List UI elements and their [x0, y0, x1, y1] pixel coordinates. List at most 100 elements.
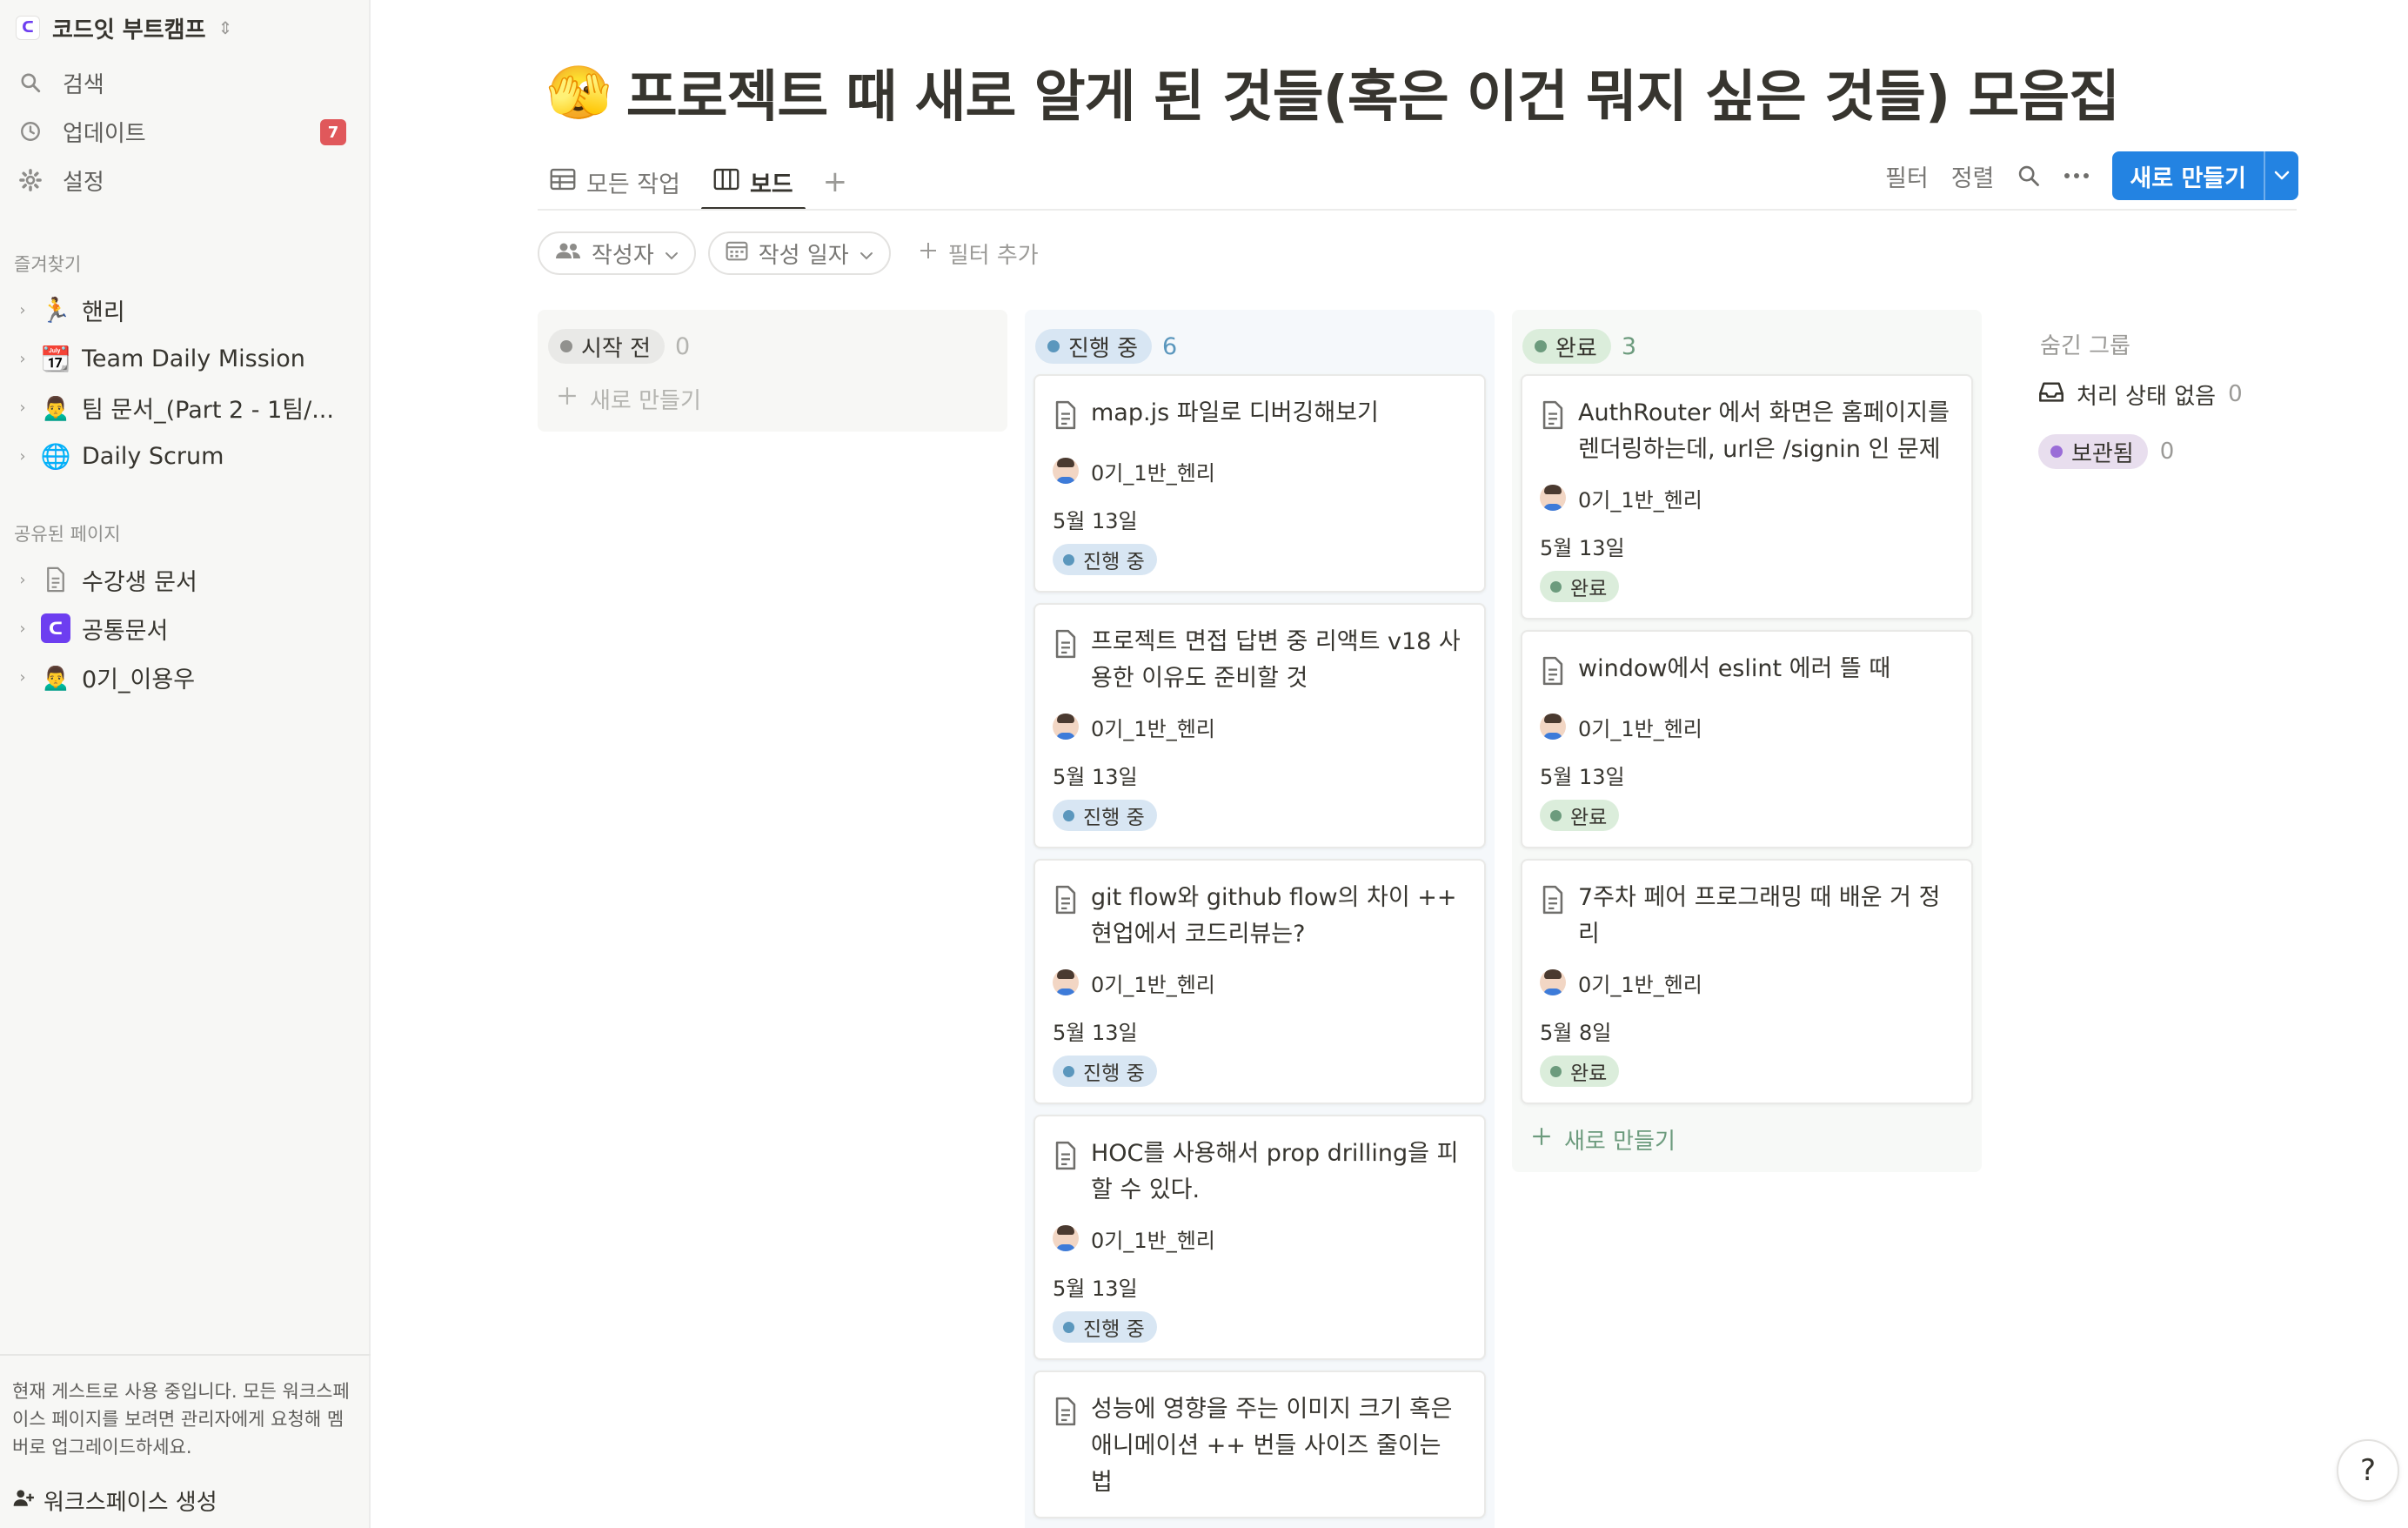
table-icon: [550, 168, 576, 197]
codeit-logo-mark: ᑕ: [41, 613, 70, 643]
clock-icon: [16, 117, 45, 146]
filter-chip-date[interactable]: 작성 일자: [707, 231, 891, 275]
column-count: 3: [1621, 332, 1637, 360]
page-title[interactable]: 🫣 프로젝트 때 새로 알게 된 것들(혹은 이건 뭐지 싶은 것들) 모음집: [546, 52, 2120, 132]
card-author: 0기_1반_헨리: [1053, 1221, 1467, 1256]
card-title-text: window에서 eslint 에러 뜰 때: [1578, 655, 1891, 682]
chevron-right-icon[interactable]: ›: [12, 350, 33, 368]
sidebar-item-shared[interactable]: › 수강생 문서: [12, 558, 360, 601]
card-title[interactable]: git flow와 github flow의 차이 ++ 현업에서 코드리뷰는?: [1053, 880, 1467, 953]
chevron-down-icon[interactable]: [2264, 151, 2298, 200]
card-author: 0기_1반_헨리: [1540, 480, 1954, 515]
column-header[interactable]: 진행 중 6: [1033, 318, 1486, 374]
filter-chip-label: 작성자: [592, 242, 654, 269]
new-page-button[interactable]: 새로 만들기: [2112, 151, 2298, 200]
guest-notice: 현재 게스트로 사용 중입니다. 모든 워크스페이스 페이지를 보려면 관리자에…: [12, 1381, 350, 1458]
status-pill[interactable]: 시작 전: [548, 329, 666, 364]
chevron-right-icon[interactable]: ›: [12, 668, 33, 687]
plus-icon: [919, 240, 938, 266]
help-button[interactable]: ?: [2337, 1439, 2399, 1502]
board-card[interactable]: HOC를 사용해서 prop drilling을 피할 수 있다. 0기_1반_헨…: [1033, 1115, 1486, 1360]
search-icon[interactable]: [2017, 164, 2041, 188]
card-title[interactable]: map.js 파일로 디버깅해보기: [1053, 395, 1467, 441]
filter-chip-author[interactable]: 작성자: [538, 231, 696, 275]
sidebar-settings[interactable]: 설정: [16, 158, 355, 202]
card-status-tag: 완료: [1540, 1056, 1620, 1087]
inbox-icon: [2038, 380, 2064, 409]
add-card-label: 새로 만들기: [1564, 1128, 1676, 1155]
status-pill[interactable]: 진행 중: [1035, 329, 1153, 364]
chevron-right-icon[interactable]: ›: [12, 399, 33, 417]
workspace-switcher[interactable]: ᑕ 코드잇 부트캠프 ⇕: [16, 10, 232, 45]
card-status-label: 진행 중: [1083, 807, 1145, 829]
card-status-label: 진행 중: [1083, 1062, 1145, 1085]
card-title[interactable]: 7주차 페어 프로그래밍 때 배운 거 정리: [1540, 880, 1954, 953]
sidebar-item-favorite[interactable]: › 🌐 Daily Scrum: [12, 434, 360, 478]
page-icon: [1053, 1391, 1079, 1501]
board-card[interactable]: window에서 eslint 에러 뜰 때 0기_1반_헨리 5월 13일 완료: [1521, 630, 1973, 848]
sidebar-item-favorite[interactable]: › 📆 Team Daily Mission: [12, 337, 360, 380]
avatar: [1053, 458, 1079, 484]
codeit-logo-icon: ᑕ: [38, 611, 73, 646]
sidebar-item-favorite[interactable]: › 🙍‍♂️ 팀 문서_(Part 2 - 1팀/...: [12, 385, 360, 429]
sidebar-search-label: 검색: [63, 71, 104, 98]
sidebar-item-shared[interactable]: › 🙍‍♂️ 0기_이용우: [12, 655, 360, 699]
column-header[interactable]: 완료 3: [1521, 318, 1973, 374]
card-title[interactable]: AuthRouter 에서 화면은 홈페이지를 렌더링하는데, url은 /si…: [1540, 395, 1954, 468]
plus-icon: [557, 385, 578, 412]
board-card[interactable]: git flow와 github flow의 차이 ++ 현업에서 코드리뷰는?…: [1033, 859, 1486, 1104]
avatar: [1053, 969, 1079, 995]
add-card-button[interactable]: 새로 만들기: [546, 374, 999, 423]
column-status-label: 진행 중: [1068, 335, 1139, 362]
hidden-group-archived[interactable]: 보관됨 0: [2030, 423, 2291, 480]
tab-board[interactable]: 보드: [700, 153, 806, 211]
card-status-tag: 진행 중: [1053, 1311, 1157, 1343]
column-header[interactable]: 시작 전 0: [546, 318, 999, 374]
add-card-button[interactable]: 새로 만들기: [1521, 1115, 1973, 1163]
board-card[interactable]: 성능에 영향을 주는 이미지 크기 혹은 애니메이션 ++ 번들 사이즈 줄이는…: [1033, 1371, 1486, 1518]
sort-button[interactable]: 정렬: [1951, 159, 1995, 193]
status-pill[interactable]: 완료: [1522, 329, 1611, 364]
hidden-group-no-status[interactable]: 처리 상태 없음 0: [2030, 365, 2291, 423]
chevron-right-icon[interactable]: ›: [12, 447, 33, 466]
board-card[interactable]: AuthRouter 에서 화면은 홈페이지를 렌더링하는데, url은 /si…: [1521, 374, 1973, 620]
card-author-name: 0기_1반_헨리: [1578, 716, 1702, 741]
card-date: 5월 13일: [1540, 765, 1625, 789]
board-card[interactable]: map.js 파일로 디버깅해보기 0기_1반_헨리 5월 13일 진행 중: [1033, 374, 1486, 593]
sidebar-search[interactable]: 검색: [16, 61, 355, 104]
tab-all-tasks[interactable]: 모든 작업: [538, 153, 692, 211]
card-title[interactable]: HOC를 사용해서 prop drilling을 피할 수 있다.: [1053, 1136, 1467, 1209]
card-title[interactable]: 성능에 영향을 주는 이미지 크기 혹은 애니메이션 ++ 번들 사이즈 줄이는…: [1053, 1391, 1467, 1501]
add-filter-button[interactable]: 필터 추가: [903, 231, 1054, 275]
card-date: 5월 13일: [1053, 1277, 1138, 1301]
board-card[interactable]: 프로젝트 면접 답변 중 리액트 v18 사용한 이유도 준비할 것 0기_1반_…: [1033, 603, 1486, 848]
card-title[interactable]: window에서 eslint 에러 뜰 때: [1540, 651, 1954, 697]
person-add-icon: [12, 1486, 35, 1515]
column-status-label: 시작 전: [581, 335, 652, 362]
board-card[interactable]: 7주차 페어 프로그래밍 때 배운 거 정리 0기_1반_헨리 5월 8일 완료: [1521, 859, 1973, 1104]
updates-badge: 7: [320, 119, 346, 145]
more-options-icon[interactable]: [2064, 171, 2090, 180]
chevron-right-icon[interactable]: ›: [12, 301, 33, 319]
sidebar-updates[interactable]: 업데이트 7: [16, 110, 355, 153]
column-count: 0: [675, 332, 691, 360]
status-dot: [1550, 809, 1562, 821]
filter-button[interactable]: 필터: [1885, 159, 1929, 193]
new-page-label[interactable]: 새로 만들기: [2112, 151, 2264, 200]
create-workspace-button[interactable]: 워크스페이스 생성: [12, 1484, 217, 1517]
chevron-right-icon[interactable]: ›: [12, 620, 33, 638]
workspace-name: 코드잇 부트캠프: [52, 17, 206, 44]
sidebar-item-shared[interactable]: › ᑕ 공통문서: [12, 607, 360, 650]
page-icon: [38, 562, 73, 597]
sidebar-item-favorite[interactable]: › 🏃 핸리: [12, 288, 360, 332]
add-view-button[interactable]: +: [814, 164, 857, 199]
board-column: 시작 전 0 새로 만들기: [538, 310, 1007, 432]
avatar: [1540, 969, 1566, 995]
card-author-name: 0기_1반_헨리: [1091, 1228, 1215, 1253]
peeking-face-emoji-icon[interactable]: 🫣: [546, 62, 612, 124]
chevron-right-icon[interactable]: ›: [12, 571, 33, 589]
page-title-text[interactable]: 프로젝트 때 새로 알게 된 것들(혹은 이건 뭐지 싶은 것들) 모음집: [626, 52, 2120, 132]
board-column: 완료 3 AuthRouter 에서 화면은 홈페이지를 렌더링하는데, url은 …: [1512, 310, 1982, 1172]
card-title[interactable]: 프로젝트 면접 답변 중 리액트 v18 사용한 이유도 준비할 것: [1053, 624, 1467, 697]
card-author: 0기_1반_헨리: [1053, 453, 1467, 488]
